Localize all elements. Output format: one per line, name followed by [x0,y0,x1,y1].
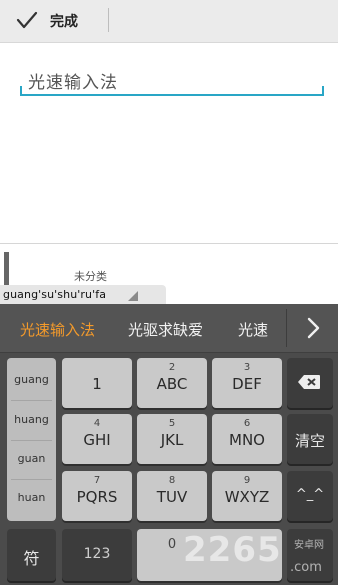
key-7[interactable]: 7 PQRS [62,471,132,521]
syllable-option[interactable]: guang [7,360,56,400]
clear-key[interactable]: 清空 [287,414,333,464]
symbol-label: 符 [23,549,40,568]
key-label: MNO [229,431,265,449]
syllable-option[interactable]: guan [7,439,56,479]
candidate-3[interactable]: 光速 [238,319,268,340]
watermark-text: 安卓网 [294,540,324,551]
key-number: 6 [243,418,251,429]
key-number: 5 [168,418,176,429]
emoticon-label: ^_^ [295,487,325,502]
input-underline [20,94,324,96]
key-number: 2 [168,362,176,373]
key-5[interactable]: 5 JKL [137,414,207,464]
symbol-key[interactable]: 符 [7,529,56,581]
section-divider [0,243,338,244]
key-number: 3 [243,362,251,373]
checkmark-icon[interactable] [16,9,38,31]
backspace-key[interactable] [287,358,333,408]
clear-label: 清空 [294,432,325,450]
category-marker [4,252,9,285]
key-number: 7 [93,475,101,486]
toolbar-divider [108,8,109,32]
key-number: 8 [168,475,176,486]
key-label: DEF [232,375,262,393]
key-label: 1 [92,375,102,393]
text-input[interactable]: 光速输入法 [28,68,118,93]
key-number: 9 [243,475,251,486]
syllable-option[interactable]: huang [7,400,56,440]
key-3[interactable]: 3 DEF [212,358,282,408]
key-label: TUV [156,488,188,506]
category-label[interactable]: 未分类 [74,268,107,284]
number-mode-label: 123 [83,546,111,562]
candidate-1[interactable]: 光速输入法 [20,319,95,340]
emoticon-key[interactable]: ^_^ [287,471,333,521]
chevron-right-icon[interactable] [302,316,324,340]
number-mode-key[interactable]: 123 [62,529,132,581]
key-label: WXYZ [224,488,270,506]
key-2[interactable]: 2 ABC [137,358,207,408]
key-8[interactable]: 8 TUV [137,471,207,521]
candidate-2[interactable]: 光驱求缺爱 [128,319,203,340]
pinyin-composing-text: guang'su'shu'ru'fa [3,288,107,301]
watermark-domain: .com [290,560,322,575]
key-label: ABC [156,375,188,393]
input-underline-left [20,86,22,96]
done-button[interactable]: 完成 [50,11,78,31]
key-label: JKL [160,431,184,449]
backspace-icon [298,375,320,389]
key-label: GHI [83,431,111,449]
key-number: 4 [93,418,101,429]
candidate-separator [286,309,287,347]
key-label: PQRS [76,488,118,506]
pinyin-drag-handle[interactable] [128,291,138,301]
input-underline-right [322,86,324,96]
watermark-logo: 2265 [183,530,282,570]
key-4[interactable]: 4 GHI [62,414,132,464]
syllable-option[interactable]: huan [7,478,56,518]
key-1[interactable]: 1 [62,358,132,408]
key-9[interactable]: 9 WXYZ [212,471,282,521]
key-6[interactable]: 6 MNO [212,414,282,464]
